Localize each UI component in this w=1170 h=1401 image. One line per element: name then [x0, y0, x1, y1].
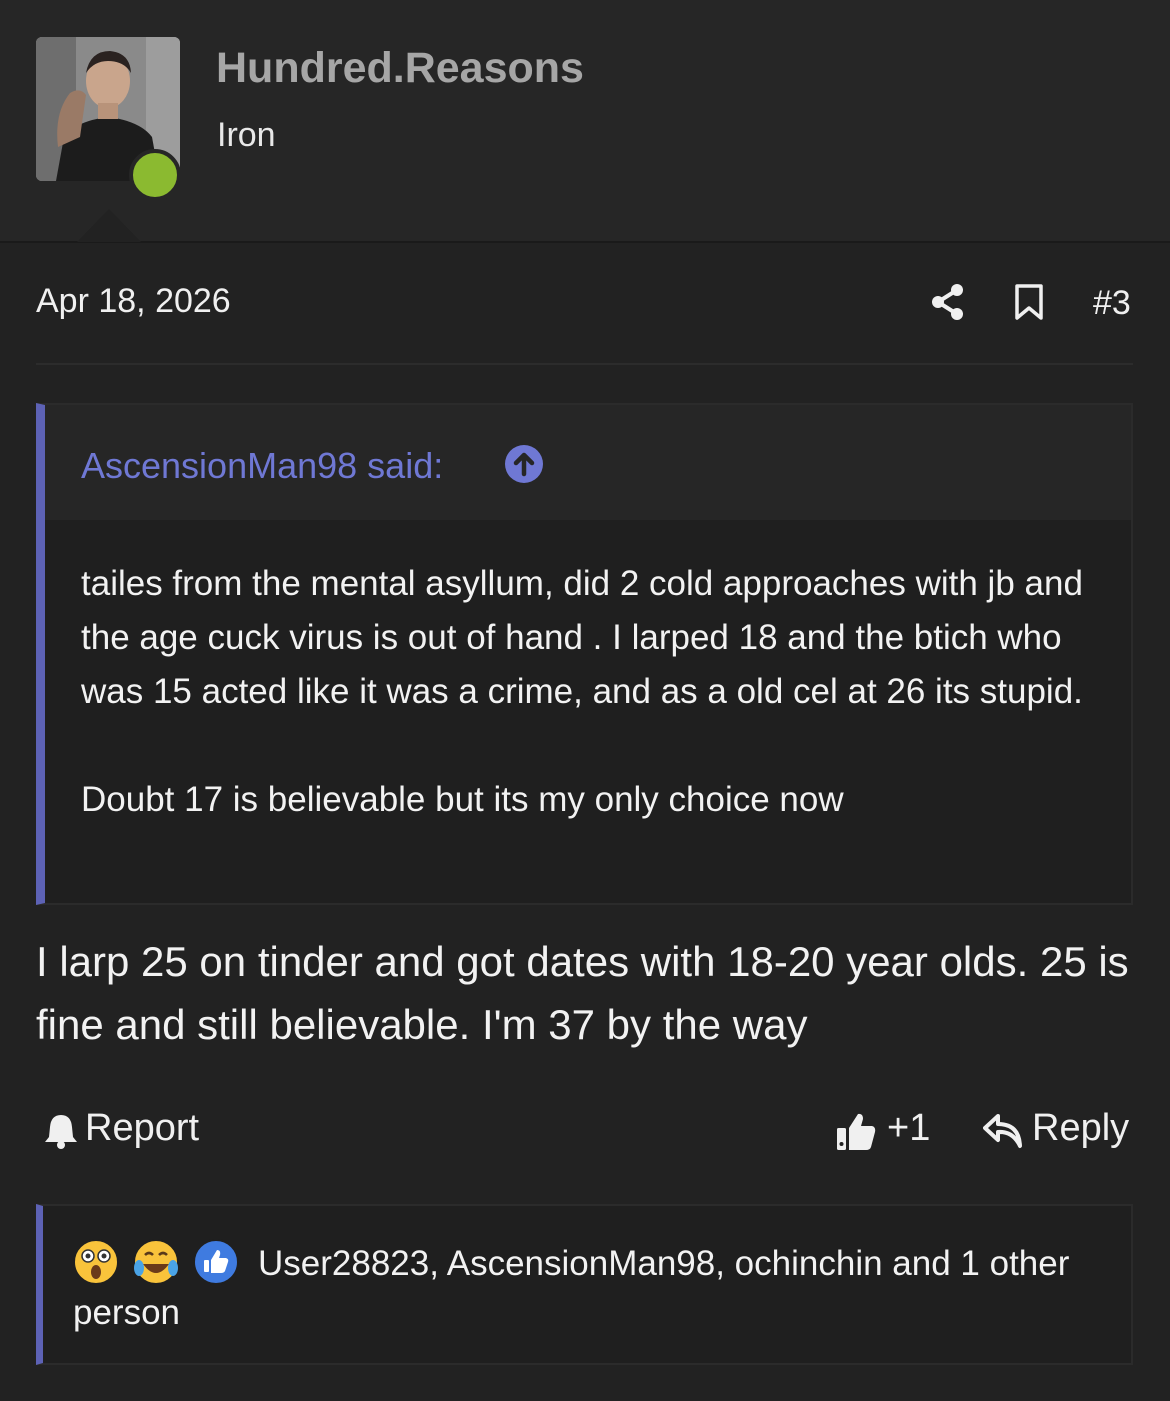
avatar[interactable] [36, 37, 181, 201]
header-pointer [77, 209, 141, 242]
share-icon[interactable] [930, 283, 966, 321]
bookmark-icon[interactable] [1013, 284, 1045, 320]
reply-arrow-icon [983, 1114, 1022, 1148]
reactions-users[interactable]: User28823, AscensionMan98, ochinchin and… [73, 1239, 1113, 1337]
post-date[interactable]: Apr 18, 2026 [36, 282, 231, 321]
quote-block: AscensionMan98 said: tailes from the men… [36, 403, 1133, 905]
arrow-up-circle-icon[interactable] [505, 445, 543, 483]
divider [36, 363, 1133, 365]
report-label: Report [85, 1107, 200, 1149]
quote-paragraph: tailes from the mental asyllum, did 2 co… [81, 564, 1083, 711]
reply-label: Reply [1032, 1107, 1130, 1149]
username[interactable]: Hundred.Reasons [216, 44, 584, 93]
quote-content: tailes from the mental asyllum, did 2 co… [81, 557, 1111, 827]
bell-icon [45, 1115, 77, 1149]
online-status-dot [129, 149, 181, 201]
post-message: I larp 25 on tinder and got dates with 1… [36, 938, 1129, 1048]
thumbs-up-icon [837, 1113, 876, 1150]
quote-header: AscensionMan98 said: [45, 405, 1131, 520]
reactions-bar[interactable]: User28823, AscensionMan98, ochinchin and… [36, 1204, 1133, 1365]
post-number-link[interactable]: #3 [1093, 284, 1131, 323]
user-rank: Iron [217, 116, 276, 154]
post-user-header: Hundred.Reasons Iron [0, 0, 1170, 243]
quote-author-link[interactable]: AscensionMan98 said: [81, 445, 443, 487]
quote-paragraph: Doubt 17 is believable but its my only c… [81, 780, 844, 819]
like-count: +1 [887, 1107, 931, 1149]
